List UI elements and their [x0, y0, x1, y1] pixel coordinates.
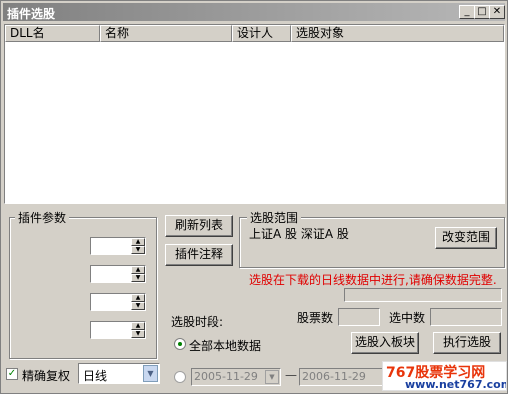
site-watermark: 767股票学习网 www.net767.com [382, 361, 507, 391]
list-header: DLL名 名称 设计人 选股对象 [5, 25, 504, 42]
column-name[interactable]: 名称 [100, 25, 232, 42]
plugin-params-label: 插件参数 [15, 209, 70, 226]
chevron-down-icon[interactable]: ▼ [143, 365, 158, 382]
refresh-list-button[interactable]: 刷新列表 [165, 215, 233, 237]
change-range-button[interactable]: 改变范围 [435, 227, 497, 249]
close-button[interactable]: ✕ [489, 5, 505, 19]
selected-count-field [430, 308, 502, 326]
param-spinner-4[interactable]: ▲ ▼ [90, 321, 146, 339]
stock-count-label: 股票数 [297, 311, 334, 325]
selected-count-label: 选中数 [389, 311, 426, 325]
calendar-dropdown-icon[interactable]: ▼ [265, 370, 279, 384]
window-title: 插件选股 [7, 7, 56, 21]
start-date-field[interactable]: 2005-11-29 ▼ [191, 368, 281, 386]
period-label: 选股时段: [171, 315, 224, 329]
title-bar[interactable]: 插件选股 _ □ ✕ [3, 3, 505, 21]
date-range-radio[interactable] [174, 371, 186, 383]
date-separator: — [285, 368, 297, 382]
spin-up-icon[interactable]: ▲ [131, 322, 145, 330]
add-to-block-button[interactable]: 选股入板块 [351, 332, 419, 354]
end-date-value: 2006-11-29 [302, 370, 366, 383]
param-spinner-3[interactable]: ▲ ▼ [90, 293, 146, 311]
spin-down-icon[interactable]: ▼ [131, 274, 145, 282]
spin-down-icon[interactable]: ▼ [131, 302, 145, 310]
spin-up-icon[interactable]: ▲ [131, 294, 145, 302]
plugin-list[interactable]: DLL名 名称 设计人 选股对象 [4, 24, 505, 204]
spin-down-icon[interactable]: ▼ [131, 330, 145, 338]
radio-selected-icon [178, 342, 182, 346]
plugin-notes-button[interactable]: 插件注释 [165, 244, 233, 266]
selection-range-value: 上证A 股 深证A 股 [249, 227, 349, 241]
maximize-button[interactable]: □ [474, 5, 490, 19]
param-spinner-2[interactable]: ▲ ▼ [90, 265, 146, 283]
period-select[interactable]: 日线 ▼ [78, 363, 160, 384]
spin-up-icon[interactable]: ▲ [131, 266, 145, 274]
plugin-stock-selection-window: 插件选股 _ □ ✕ DLL名 名称 设计人 选股对象 插件参数 ▲ ▼ ▲ ▼ ▲… [0, 0, 508, 394]
progress-bar [344, 288, 502, 302]
stock-count-field [338, 308, 380, 326]
period-select-value: 日线 [83, 369, 108, 383]
all-local-data-label: 全部本地数据 [189, 339, 262, 353]
start-date-value: 2005-11-29 [194, 370, 258, 383]
column-dll-name[interactable]: DLL名 [5, 25, 100, 42]
exact-rights-checkbox[interactable]: ✓ [6, 368, 18, 380]
selection-range-label: 选股范围 [247, 209, 302, 226]
param-spinner-1[interactable]: ▲ ▼ [90, 237, 146, 255]
column-designer[interactable]: 设计人 [232, 25, 291, 42]
spin-down-icon[interactable]: ▼ [131, 246, 145, 254]
data-warning-text: 选股在下载的日线数据中进行,请确保数据完整. [249, 273, 497, 287]
all-local-data-radio[interactable] [174, 338, 186, 350]
watermark-url: www.net767.com [405, 378, 507, 391]
end-date-field[interactable]: 2006-11-29 [299, 368, 383, 386]
spin-up-icon[interactable]: ▲ [131, 238, 145, 246]
exact-rights-label: 精确复权 [22, 369, 71, 383]
run-selection-button[interactable]: 执行选股 [433, 332, 501, 354]
minimize-button[interactable]: _ [459, 5, 475, 19]
column-target[interactable]: 选股对象 [291, 25, 504, 42]
